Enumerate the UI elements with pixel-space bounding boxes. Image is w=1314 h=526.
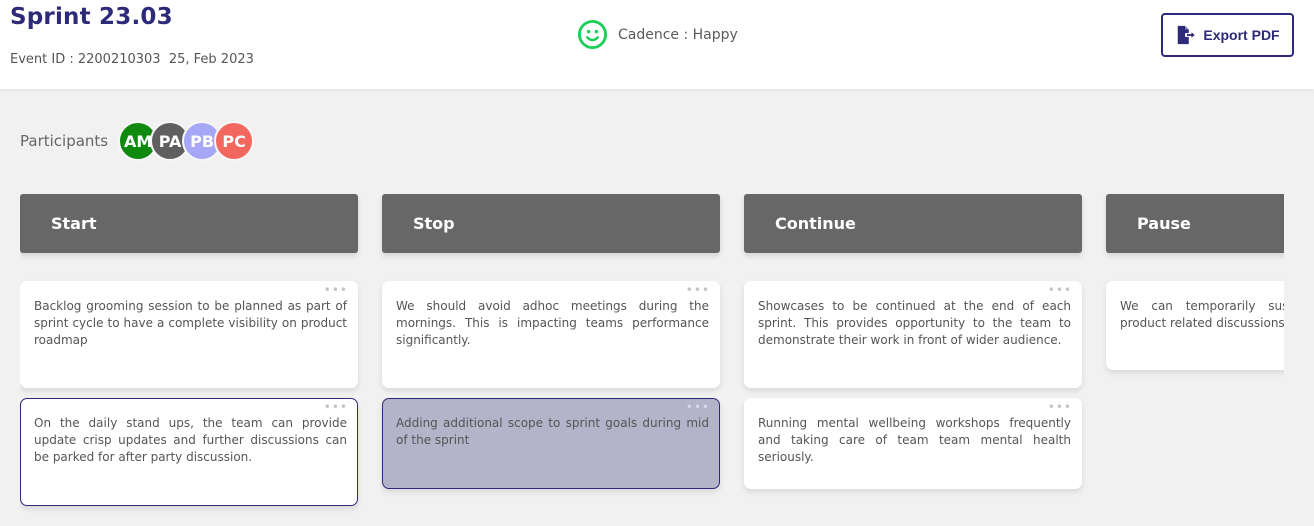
cadence-status: Cadence : Happy [577,19,738,50]
retro-card[interactable]: ••• Showcases to be continued at the end… [744,281,1082,388]
avatar-group: AM PA PB PC [118,121,255,161]
more-options-icon[interactable]: ••• [686,401,710,413]
column-stop: Stop ••• We should avoid adhoc meetings … [382,194,720,489]
avatar[interactable]: PC [214,121,255,161]
column-continue: Continue ••• Showcases to be continued a… [744,194,1082,489]
retro-board: Start ••• Backlog grooming session to be… [20,194,1284,526]
column-header: Stop [382,194,720,253]
more-options-icon[interactable]: ••• [324,284,348,296]
event-meta: Event ID : 2200210303 25, Feb 2023 [10,52,254,67]
column-pause: Pause We can temporarily suspend product… [1106,194,1284,370]
card-text: Adding additional scope to sprint goals … [396,416,709,447]
page-title: Sprint 23.03 [10,4,173,30]
more-options-icon[interactable]: ••• [1048,284,1072,296]
retro-card[interactable]: ••• On the daily stand ups, the team can… [20,398,358,506]
cadence-label: Cadence : Happy [618,26,738,43]
card-text: Running mental wellbeing workshops frequ… [758,416,1071,464]
retro-card[interactable]: We can temporarily suspend product relat… [1106,281,1284,370]
column-header: Start [20,194,358,253]
column-start: Start ••• Backlog grooming session to be… [20,194,358,506]
card-text: On the daily stand ups, the team can pro… [34,416,347,464]
retro-card[interactable]: ••• We should avoid adhoc meetings durin… [382,281,720,388]
card-text-line: We can temporarily suspend [1120,299,1284,313]
card-text: We should avoid adhoc meetings during th… [396,299,709,347]
card-text: Backlog grooming session to be planned a… [34,299,347,347]
card-text-line: product related discussions t [1120,316,1284,330]
retro-card[interactable]: ••• Adding additional scope to sprint go… [382,398,720,489]
card-text: Showcases to be continued at the end of … [758,299,1071,347]
page-header: Sprint 23.03 Event ID : 2200210303 25, F… [0,0,1314,89]
participants: Participants AM PA PB PC [20,121,255,161]
more-options-icon[interactable]: ••• [324,401,348,413]
export-pdf-label: Export PDF [1203,27,1280,43]
retro-card[interactable]: ••• Running mental wellbeing workshops f… [744,398,1082,489]
card-list: We can temporarily suspend product relat… [1106,281,1284,370]
smiley-icon [577,19,608,50]
card-text: We can temporarily suspend product relat… [1120,298,1284,332]
card-list: ••• Showcases to be continued at the end… [744,281,1082,489]
retro-card[interactable]: ••• Backlog grooming session to be plann… [20,281,358,388]
column-header: Continue [744,194,1082,253]
participants-label: Participants [20,132,109,150]
more-options-icon[interactable]: ••• [686,284,710,296]
column-header: Pause [1106,194,1284,253]
more-options-icon[interactable]: ••• [1048,401,1072,413]
file-export-icon [1178,25,1196,45]
export-pdf-button[interactable]: Export PDF [1161,13,1294,57]
card-list: ••• Backlog grooming session to be plann… [20,281,358,506]
card-list: ••• We should avoid adhoc meetings durin… [382,281,720,489]
